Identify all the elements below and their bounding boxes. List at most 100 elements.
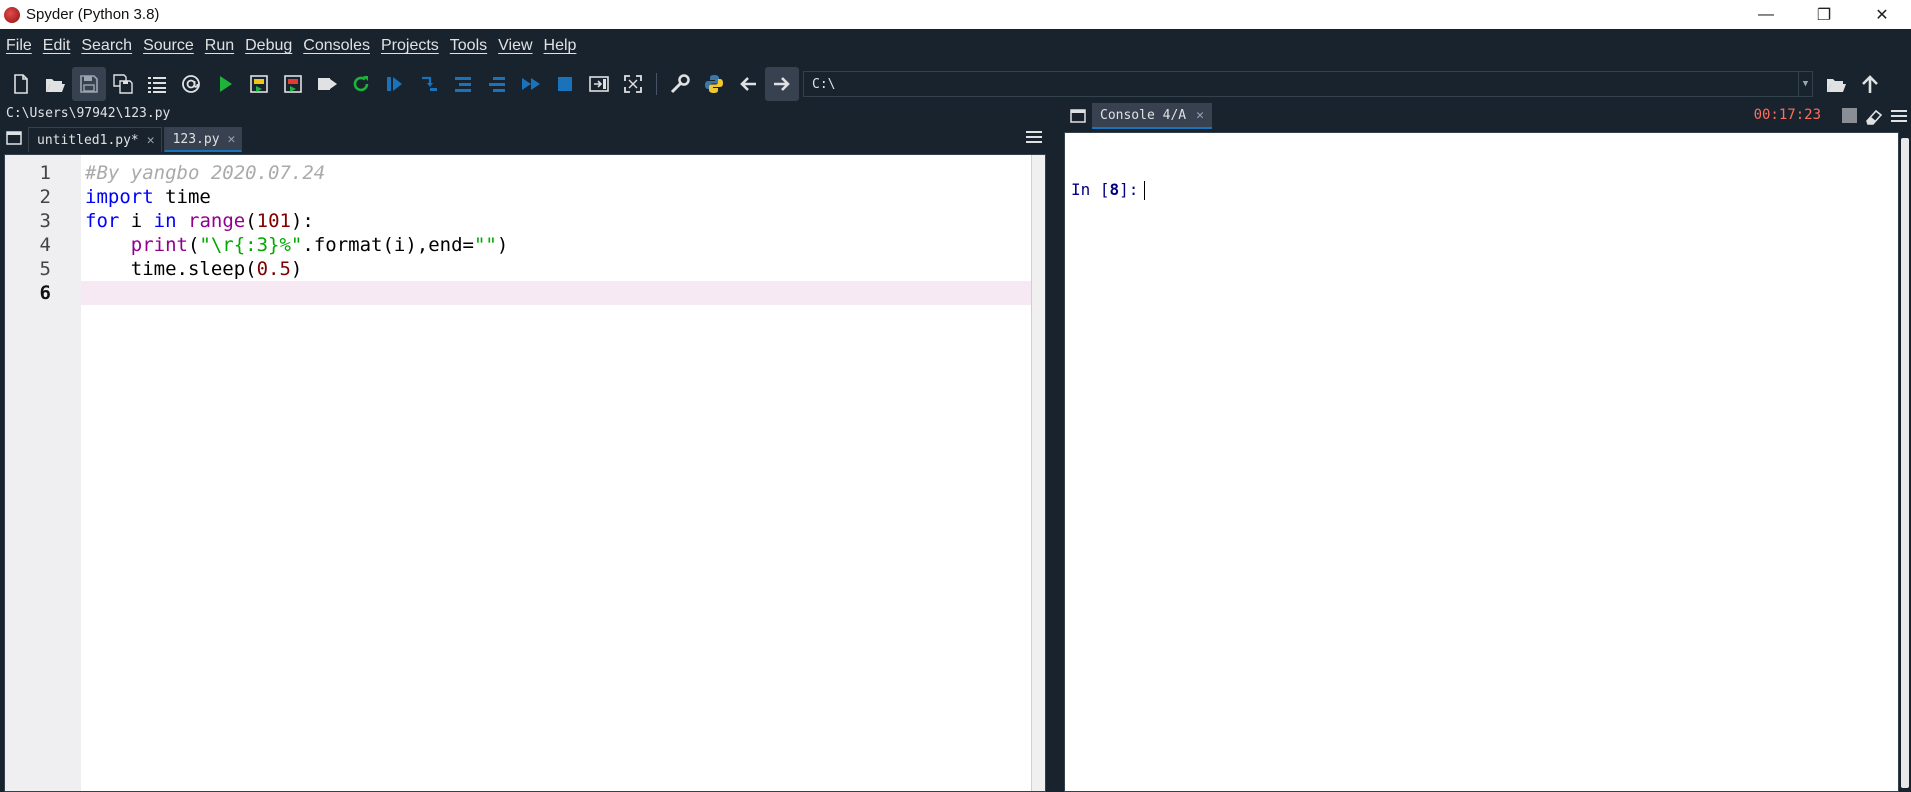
hamburger-menu-icon[interactable] [1889,107,1909,125]
python-logo-icon [705,75,723,93]
menu-consoles[interactable]: Consoles [303,37,370,55]
step-icon [422,76,437,91]
forward-button[interactable] [765,67,799,101]
open-file-button[interactable] [38,67,72,101]
window-controls: — ❐ ✕ [1737,0,1911,29]
console-scrollbar-thumb[interactable] [1901,138,1909,788]
editor-file-path: C:\Users\97942\123.py [6,106,171,121]
save-all-button[interactable] [106,67,140,101]
pane-splitter[interactable] [1050,105,1064,792]
step-return-icon [489,77,505,92]
folder-open-icon [1827,79,1846,92]
new-file-button[interactable] [4,67,38,101]
maximize-pane-button[interactable] [582,67,616,101]
step-button[interactable] [412,67,446,101]
stop-debug-button[interactable] [548,67,582,101]
pythonpath-manager-button[interactable] [697,67,731,101]
code-builtin: range [188,210,246,232]
editor-scrollbar[interactable] [1031,155,1045,791]
code-text-segment: time [153,186,211,208]
ipython-console[interactable]: In [8]: [1064,132,1899,792]
run-cell-icon [250,75,268,93]
close-tab-icon[interactable]: ✕ [228,132,236,147]
stop-kernel-icon[interactable] [1842,108,1857,123]
editor-tab-untitled1[interactable]: untitled1.py* ✕ [28,127,162,152]
maximize-pane-icon [589,76,609,92]
menu-run[interactable]: Run [205,37,234,55]
code-text[interactable]: #By yangbo 2020.07.24 import time for i … [85,161,508,281]
code-text-segment: time.sleep( [85,258,257,280]
working-directory-value: C:\ [812,76,836,92]
fullscreen-button[interactable] [616,67,650,101]
save-icon [80,75,98,93]
minimize-button[interactable]: — [1737,0,1795,29]
debug-button[interactable] [378,67,412,101]
back-button[interactable] [731,67,765,101]
folder-open-icon [46,79,65,92]
menu-file[interactable]: File [6,37,32,55]
run-selection-button[interactable] [310,67,344,101]
hamburger-menu-icon[interactable] [1024,128,1044,146]
code-keyword: import [85,186,154,208]
run-cell-advance-button[interactable] [276,67,310,101]
play-icon [220,76,232,92]
editor-tab-123[interactable]: 123.py ✕ [163,127,243,152]
preferences-button[interactable] [663,67,697,101]
working-directory-input[interactable]: C:\ ▼ [803,71,1813,97]
arrow-right-icon [774,77,790,91]
step-return-button[interactable] [480,67,514,101]
code-text-segment: ): [290,210,314,232]
browse-console-tabs-button[interactable] [1064,102,1092,131]
console-tab[interactable]: Console 4/A ✕ [1092,103,1212,129]
console-elapsed-time: 00:17:23 [1753,107,1821,123]
chevron-down-icon[interactable]: ▼ [1798,72,1812,96]
line-number: 5 [39,258,51,280]
code-keyword: in [153,210,177,232]
close-tab-icon[interactable]: ✕ [147,133,155,148]
menu-source[interactable]: Source [143,37,194,55]
menu-edit[interactable]: Edit [43,37,71,55]
close-button[interactable]: ✕ [1853,0,1911,29]
browse-tabs-button[interactable] [0,123,28,152]
menu-bar: File Edit Search Source Run Debug Consol… [0,29,1911,63]
menu-help[interactable]: Help [544,37,577,55]
continue-button[interactable] [514,67,548,101]
browse-directory-button[interactable] [1819,67,1853,101]
console-tab-bar: Console 4/A ✕ 00:17:23 [1064,100,1911,132]
code-string: "\r{:3}%" [199,234,303,256]
run-cell-button[interactable] [242,67,276,101]
title-bar: Spyder (Python 3.8) — ❐ ✕ [0,0,1911,29]
run-button[interactable] [208,67,242,101]
wrench-icon [670,74,690,94]
text-cursor [1144,181,1146,200]
eraser-icon[interactable] [1863,107,1883,125]
menu-tools[interactable]: Tools [450,37,487,55]
outline-button[interactable] [140,67,174,101]
parent-directory-button[interactable] [1853,67,1887,101]
maximize-button[interactable]: ❐ [1795,0,1853,29]
arrow-left-icon [740,77,756,91]
current-line-highlight [81,281,1031,305]
console-scrollbar[interactable] [1899,132,1911,792]
console-tab-label: Console 4/A [1100,107,1187,123]
email-button[interactable] [174,67,208,101]
code-text-segment: ) [290,258,303,280]
menu-view[interactable]: View [498,37,532,55]
menu-search[interactable]: Search [81,37,132,55]
save-all-icon [113,74,133,94]
step-into-button[interactable] [446,67,480,101]
code-text-segment: ( [245,210,257,232]
window-icon [1070,109,1086,123]
debug-icon [387,77,402,91]
code-builtin: print [130,234,188,256]
menu-debug[interactable]: Debug [245,37,292,55]
menu-projects[interactable]: Projects [381,37,439,55]
editor-tab-label: 123.py [172,131,220,147]
close-tab-icon[interactable]: ✕ [1196,108,1204,123]
save-file-button[interactable] [72,67,106,101]
prompt-number: 8 [1109,180,1120,199]
window-icon [6,130,22,145]
code-editor[interactable]: 1 2 3 4 5 6 #By yangbo 2020.07.24 import… [4,154,1046,792]
rerun-button[interactable] [344,67,378,101]
toolbar-separator [656,73,657,95]
